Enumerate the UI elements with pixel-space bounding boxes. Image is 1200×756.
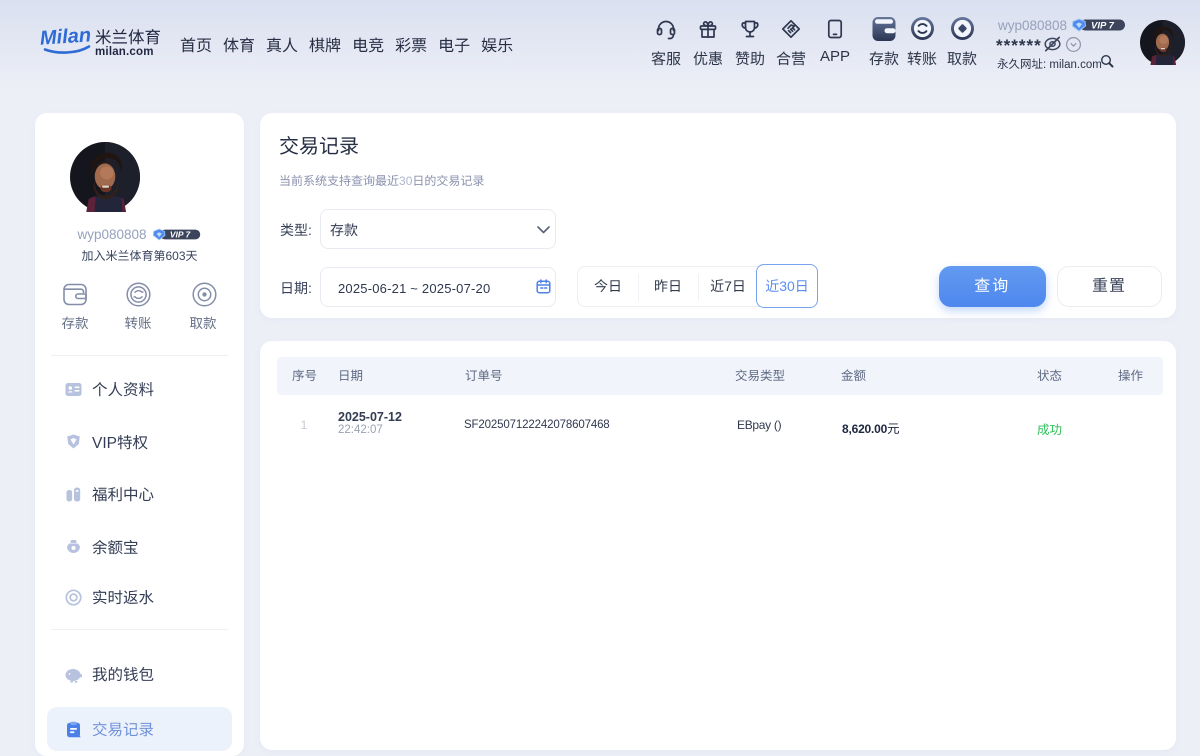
svg-text:VIP 7: VIP 7: [169, 230, 191, 240]
svg-text:Milan: Milan: [39, 26, 92, 50]
svg-text:VIP 7: VIP 7: [1091, 20, 1115, 31]
